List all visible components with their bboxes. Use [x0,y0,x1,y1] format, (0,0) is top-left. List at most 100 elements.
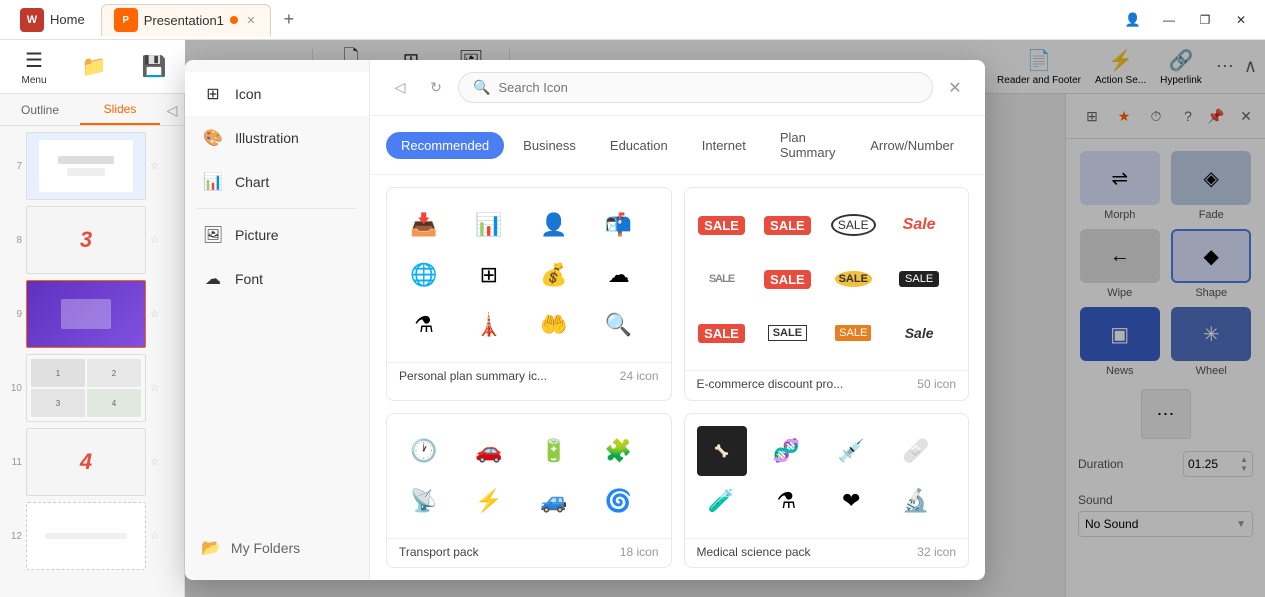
star-10: ☆ [150,383,159,394]
font-nav-icon: ☁ [201,267,225,291]
chart-nav-icon: 📊 [201,170,225,194]
slide-item-7[interactable]: 7 ☆ [4,130,180,202]
dialog-nav-font[interactable]: ☁ Font [185,257,369,301]
ppt-logo: P [114,8,138,32]
slide-item-8[interactable]: 8 3 ☆ [4,204,180,276]
icon-tower: 🗼 [464,300,514,350]
slide-thumb-8[interactable]: 3 [26,206,146,274]
icon-syringe: 💉 [826,426,876,476]
icon-fan: 🌀 [594,476,644,526]
cat-tab-plan-summary[interactable]: Plan Summary [765,124,851,166]
dialog-close-button[interactable]: ✕ [941,74,969,102]
dialog-nav: ⊞ Icon 🎨 Illustration 📊 Chart 🖼 Picture [185,60,370,580]
star-9: ☆ [150,309,159,320]
sale-badge-8: SALE [894,254,944,304]
slide-item-10[interactable]: 10 1 2 3 4 ☆ [4,352,180,424]
dialog-nav-icon[interactable]: ⊞ Icon [185,72,369,116]
cat-tab-arrow-number[interactable]: Arrow/Number [855,132,969,159]
icon-search2: 🔍 [594,300,644,350]
icon-download: 📥 [399,200,449,250]
icon-card-grid-1: 📥 📊 👤 📬 🌐 ⊞ 💰 ☁ ⚗ 🗼 🤲 🔍 [387,188,671,362]
nav-separator [197,208,357,209]
open-folder-button[interactable]: 📁 [68,43,120,91]
cat-tab-business[interactable]: Business [508,132,591,159]
icon-speedometer: 🕐 [399,426,449,476]
icon-world-hands: 🤲 [529,300,579,350]
titlebar: W Home P Presentation1 ✕ + 👤 — ❐ ✕ [0,0,1265,40]
slide-thumb-12[interactable] [26,502,146,570]
icon-microscope: 🔬 [891,476,941,526]
slide-item-9[interactable]: 9 ☆ [4,278,180,350]
icon-card-grid-2: SALE SALE SALE Sale SALE SALE SALE SALE … [685,188,969,370]
cat-tab-education[interactable]: Education [595,132,683,159]
icon-card-name-2: E-commerce discount pro... [697,377,844,391]
icon-card-medical[interactable]: 🦴 🧬 💉 🩹 🧪 ⚗ ❤ 🔬 Medical science pack 32 … [684,413,970,569]
collapse-sidebar-button[interactable]: ◁ [160,94,184,126]
minimize-button[interactable]: — [1153,8,1185,32]
icon-globe: 🌐 [399,250,449,300]
category-tabs: Recommended Business Education Internet … [370,116,985,175]
dialog-nav-chart[interactable]: 📊 Chart [185,160,369,204]
main-content: Outline Slides ◁ 7 ☆ 8 [0,94,1265,597]
sale-badge-2: SALE [762,200,812,250]
save-button[interactable]: 💾 [128,43,180,91]
icon-money: 💰 [529,250,579,300]
search-box: 🔍 [458,72,933,103]
my-folders-link[interactable]: 📂 My Folders [185,528,369,568]
slide-thumb-10[interactable]: 1 2 3 4 [26,354,146,422]
sidebar-tab-outline[interactable]: Outline [0,94,80,125]
dialog-nav-picture[interactable]: 🖼 Picture [185,213,369,257]
slide-item-11[interactable]: 11 4 ☆ [4,426,180,498]
icon-grid2: ⊞ [464,250,514,300]
sale-badge-7: SALE [828,254,878,304]
save-icon: 💾 [142,54,167,79]
wps-logo: W [20,8,44,32]
icon-molecule: ⚗ [761,476,811,526]
icon-card-count-2: 50 icon [917,377,956,391]
icon-card-transport[interactable]: 🕐 🚗 🔋 🧩 📡 ⚡ 🚙 🌀 Transport pack 18 icon [386,413,672,569]
sidebar-tab-slides[interactable]: Slides [80,94,160,125]
add-tab-button[interactable]: + [275,6,303,34]
tab-home[interactable]: W Home [8,4,97,36]
icon-person: 👤 [529,200,579,250]
icon-card-name-3: Transport pack [399,545,479,559]
slide-item-12[interactable]: 12 ☆ [4,500,180,572]
star-7: ☆ [150,161,159,172]
sale-badge-11: SALE [828,308,878,358]
my-folders-icon: 📂 [201,538,221,558]
star-12: ☆ [150,531,159,542]
dialog-header: ◁ ↻ 🔍 ✕ [370,60,985,116]
icon-cloud: ☁ [594,250,644,300]
icon-mail: 📬 [594,200,644,250]
star-8: ☆ [150,235,159,246]
star-11: ☆ [150,457,159,468]
slide-thumb-11[interactable]: 4 [26,428,146,496]
menu-button[interactable]: ☰ Menu [8,43,60,91]
slide-thumb-9[interactable] [26,280,146,348]
home-tab-label: Home [50,12,85,27]
refresh-button[interactable]: ↻ [422,74,450,102]
cat-tab-recommended[interactable]: Recommended [386,132,504,159]
left-sidebar: Outline Slides ◁ 7 ☆ 8 [0,94,185,597]
back-button[interactable]: ◁ [386,74,414,102]
cat-tab-internet[interactable]: Internet [687,132,761,159]
sale-badge-10: SALE [762,308,812,358]
window-controls: 👤 — ❐ ✕ [1117,8,1257,32]
close-window-button[interactable]: ✕ [1225,8,1257,32]
icon-nav-icon: ⊞ [201,82,225,106]
menu-icon: ☰ [25,48,43,73]
dialog-nav-illustration[interactable]: 🎨 Illustration [185,116,369,160]
search-input[interactable] [498,80,918,95]
icon-bandage: 🩹 [891,426,941,476]
profile-avatar[interactable]: 👤 [1117,8,1149,32]
tab-presentation[interactable]: P Presentation1 ✕ [101,4,271,36]
close-tab-button[interactable]: ✕ [244,13,258,27]
slide-thumb-7[interactable] [26,132,146,200]
maximize-button[interactable]: ❐ [1189,8,1221,32]
icon-card-ecommerce[interactable]: SALE SALE SALE Sale SALE SALE SALE SALE … [684,187,970,401]
icon-card-plan-summary[interactable]: 📥 📊 👤 📬 🌐 ⊞ 💰 ☁ ⚗ 🗼 🤲 🔍 [386,187,672,401]
icon-xray: 🦴 [697,426,747,476]
icon-pack-grid: 📥 📊 👤 📬 🌐 ⊞ 💰 ☁ ⚗ 🗼 🤲 🔍 [370,175,985,580]
sale-badge-9: SALE [697,308,747,358]
icon-dialog: ⊞ Icon 🎨 Illustration 📊 Chart 🖼 Picture [185,60,985,580]
